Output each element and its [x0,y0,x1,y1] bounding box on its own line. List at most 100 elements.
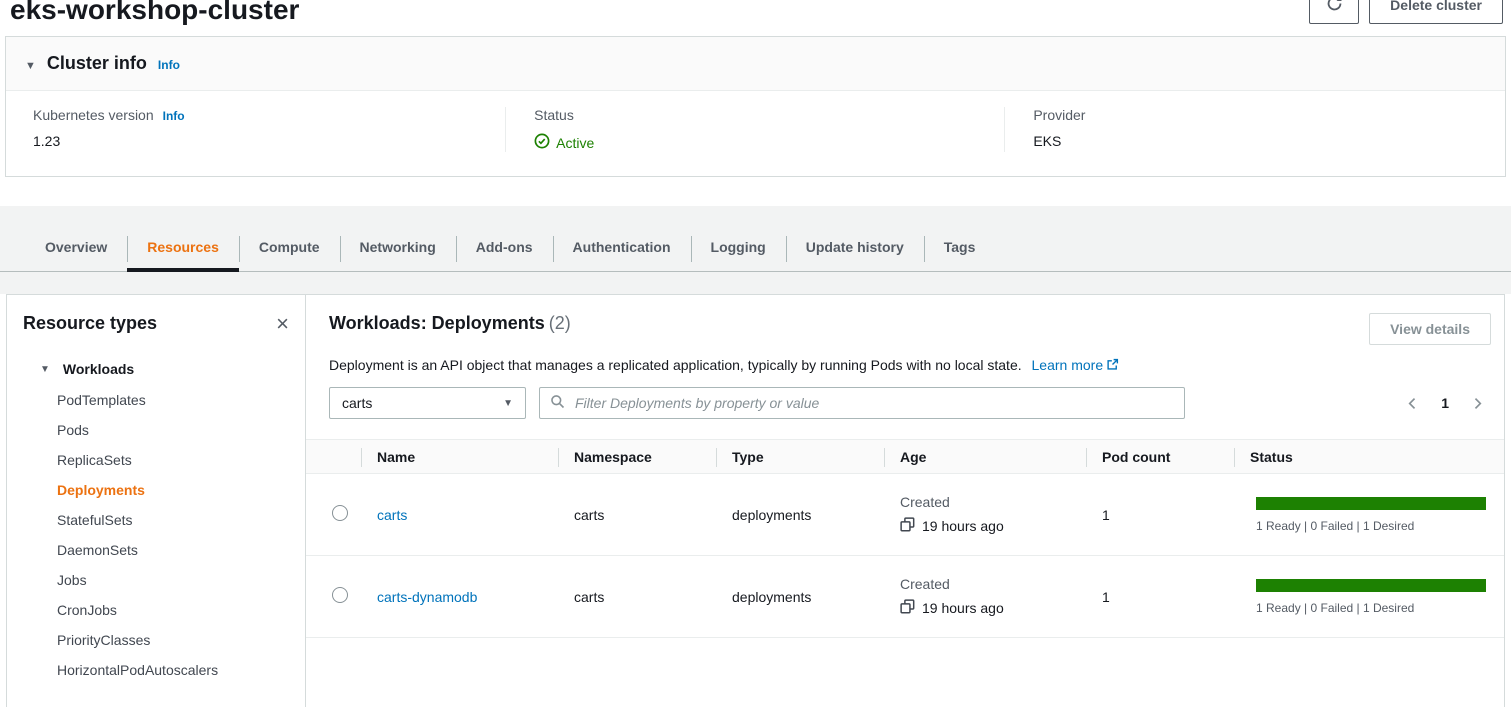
cluster-info-content: Kubernetes version Info 1.23 Status Acti… [6,91,1505,176]
deployments-table: Name Namespace Type Age Pod count Status… [306,439,1504,638]
column-header-age: Age [884,440,1086,474]
status-label: Status [534,107,1004,123]
namespace-cell: carts [574,589,604,605]
field-kubernetes-version: Kubernetes version Info 1.23 [6,107,505,152]
deployments-panel: Workloads: Deployments(2) View details D… [306,295,1504,707]
sidebar-item-replicasets[interactable]: ReplicaSets [23,445,289,475]
age-value: 19 hours ago [922,518,1004,534]
row-radio-button[interactable] [332,587,348,603]
deployment-name-link[interactable]: carts-dynamodb [377,589,477,605]
filter-row: carts ▼ 1 [306,387,1504,419]
column-header-status: Status [1234,440,1504,474]
copy-icon[interactable] [900,599,915,617]
status-progress-bar [1256,497,1486,510]
chevron-right-icon[interactable] [1471,397,1484,410]
row-radio-button[interactable] [332,505,348,521]
type-cell: deployments [732,507,811,523]
cluster-info-info-link[interactable]: Info [158,58,180,72]
table-body: carts carts deployments Created 19 hours… [306,474,1504,638]
status-text: 1 Ready | 0 Failed | 1 Desired [1256,519,1504,533]
radio-column-header [306,440,361,474]
provider-value: EKS [1033,133,1503,149]
page-number[interactable]: 1 [1441,395,1449,411]
tree-triangle-icon: ▼ [40,364,50,375]
chevron-down-icon: ▼ [503,398,513,409]
sidebar-item-cronjobs[interactable]: CronJobs [23,595,289,625]
panel-description: Deployment is an API object that manages… [306,357,1504,373]
cluster-info-title: Cluster info [47,53,147,74]
refresh-button[interactable] [1309,0,1359,24]
type-cell: deployments [732,589,811,605]
sidebar-item-statefulsets[interactable]: StatefulSets [23,505,289,535]
age-created-label: Created [900,494,1086,510]
provider-label: Provider [1033,107,1503,123]
status-progress-bar [1256,579,1486,592]
search-filter[interactable] [539,387,1185,419]
external-link-icon [1106,358,1119,374]
view-details-button[interactable]: View details [1369,313,1491,345]
pagination: 1 [1406,395,1484,411]
tab-networking[interactable]: Networking [340,234,456,271]
kubernetes-version-info-link[interactable]: Info [163,109,185,123]
sidebar-item-deployments[interactable]: Deployments [23,475,289,505]
tab-bar: OverviewResourcesComputeNetworkingAdd-on… [0,234,1511,272]
resource-types-sidebar: Resource types × ▼ Workloads PodTemplate… [7,295,306,707]
tab-compute[interactable]: Compute [239,234,340,271]
collapse-triangle-icon[interactable]: ▼ [25,60,36,72]
tab-authentication[interactable]: Authentication [553,234,691,271]
age-value: 19 hours ago [922,600,1004,616]
kubernetes-version-label: Kubernetes version [33,107,154,123]
field-provider: Provider EKS [1004,107,1503,152]
tab-tags[interactable]: Tags [924,234,996,271]
kubernetes-version-value: 1.23 [33,133,505,149]
content-row: Resource types × ▼ Workloads PodTemplate… [6,294,1505,707]
deployment-name-link[interactable]: carts [377,507,407,523]
chevron-left-icon[interactable] [1406,397,1419,410]
pod-count-cell: 1 [1102,589,1110,605]
page-actions: Delete cluster [1309,0,1503,24]
cluster-info-card: ▼ Cluster info Info Kubernetes version I… [5,36,1506,177]
tab-add-ons[interactable]: Add-ons [456,234,553,271]
search-icon [550,394,565,412]
search-input[interactable] [573,394,1174,412]
sidebar-item-horizontalpodautoscalers[interactable]: HorizontalPodAutoscalers [23,655,289,685]
column-header-namespace: Namespace [558,440,716,474]
age-created-label: Created [900,576,1086,592]
namespace-filter-dropdown[interactable]: carts ▼ [329,387,526,419]
copy-icon[interactable] [900,517,915,535]
tab-resources[interactable]: Resources [127,234,239,271]
column-header-pod-count: Pod count [1086,440,1234,474]
close-icon[interactable]: × [276,316,289,332]
delete-cluster-button[interactable]: Delete cluster [1369,0,1503,24]
namespace-cell: carts [574,507,604,523]
sidebar-item-daemonsets[interactable]: DaemonSets [23,535,289,565]
resource-tree: ▼ Workloads PodTemplatesPodsReplicaSetsD… [23,361,289,685]
field-status: Status Active [505,107,1004,152]
sidebar-group-workloads[interactable]: ▼ Workloads [23,361,289,377]
learn-more-link[interactable]: Learn more [1032,357,1104,373]
sidebar-item-list: PodTemplatesPodsReplicaSetsDeploymentsSt… [23,385,289,685]
sidebar-item-priorityclasses[interactable]: PriorityClasses [23,625,289,655]
sidebar-item-podtemplates[interactable]: PodTemplates [23,385,289,415]
column-header-name: Name [361,440,558,474]
sidebar-item-jobs[interactable]: Jobs [23,565,289,595]
table-header-row: Name Namespace Type Age Pod count Status [306,440,1504,474]
panel-heading: Workloads: Deployments(2) [329,313,571,334]
dropdown-value: carts [342,395,372,411]
page-header: eks-workshop-cluster Delete cluster [0,0,1511,34]
status-value: Active [534,133,1004,152]
table-row: carts carts deployments Created 19 hours… [306,474,1504,556]
status-text: 1 Ready | 0 Failed | 1 Desired [1256,601,1504,615]
status-active-text: Active [556,135,594,151]
tab-overview[interactable]: Overview [25,234,127,271]
pod-count-cell: 1 [1102,507,1110,523]
check-circle-icon [534,133,550,152]
result-count: (2) [549,313,571,333]
tab-logging[interactable]: Logging [691,234,786,271]
tab-update-history[interactable]: Update history [786,234,924,271]
workloads-group-label: Workloads [63,361,134,377]
cluster-info-header[interactable]: ▼ Cluster info Info [6,37,1505,91]
column-header-type: Type [716,440,884,474]
tabs-section: OverviewResourcesComputeNetworkingAdd-on… [0,206,1511,294]
sidebar-item-pods[interactable]: Pods [23,415,289,445]
